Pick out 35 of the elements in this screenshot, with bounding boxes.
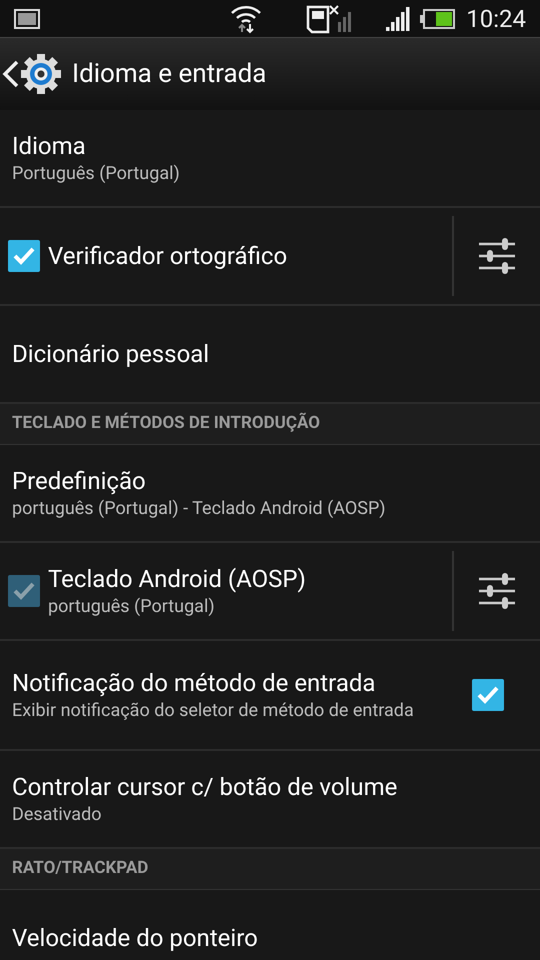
item-title: Controlar cursor c/ botão de volume [12, 772, 398, 803]
item-title: Notificação do método de entrada [12, 668, 376, 699]
settings-item[interactable]: Predefinição português (Portugal) - Teclado Android (AOSP) [0, 445, 540, 543]
signal-icon [386, 6, 412, 30]
screen-title: Idioma e entrada [72, 58, 266, 90]
item-title: Velocidade do ponteiro [12, 923, 259, 954]
back-icon [2, 59, 20, 89]
item-summary: português (Portugal) [48, 595, 216, 619]
item-summary: Português (Portugal) [12, 162, 181, 186]
settings-sliders-icon[interactable] [478, 238, 516, 274]
checkmark-icon [12, 246, 36, 266]
clock: 10:24 [466, 4, 526, 34]
settings-item[interactable]: Notificação do método de entrada Exibir notificação do seletor de método de entrada [0, 641, 540, 751]
item-title: Predefinição [12, 466, 147, 497]
item-summary: português (Portugal) - Teclado Android (AOSP) [12, 497, 387, 521]
item-title: Teclado Android (AOSP) [48, 564, 307, 595]
settings-sliders-icon[interactable] [478, 573, 516, 609]
checkmark-icon [476, 685, 500, 705]
settings-item[interactable]: Velocidade do ponteiro [0, 890, 540, 960]
item-title: Dicionário pessoal [12, 339, 210, 370]
checkmark-icon [12, 581, 36, 601]
section-header: TECLADO E MÉTODOS DE INTRODUÇÃO [12, 412, 320, 436]
battery-icon [420, 8, 456, 30]
picture-notification-icon [14, 8, 40, 28]
checkbox[interactable] [8, 240, 40, 272]
item-title: Verificador ortográfico [48, 241, 288, 272]
checkbox[interactable] [472, 679, 504, 711]
gear-icon [20, 53, 62, 95]
section-header: RATO/TRACKPAD [12, 857, 148, 880]
wifi-icon [230, 4, 262, 34]
settings-item[interactable]: Idioma Português (Portugal) [0, 110, 540, 208]
item-summary: Desativado [12, 803, 102, 827]
item-summary: Exibir notificação do seletor de método de entrada [12, 699, 415, 723]
item-title: Idioma [12, 131, 87, 162]
settings-item[interactable]: Verificador ortográfico [0, 208, 540, 306]
